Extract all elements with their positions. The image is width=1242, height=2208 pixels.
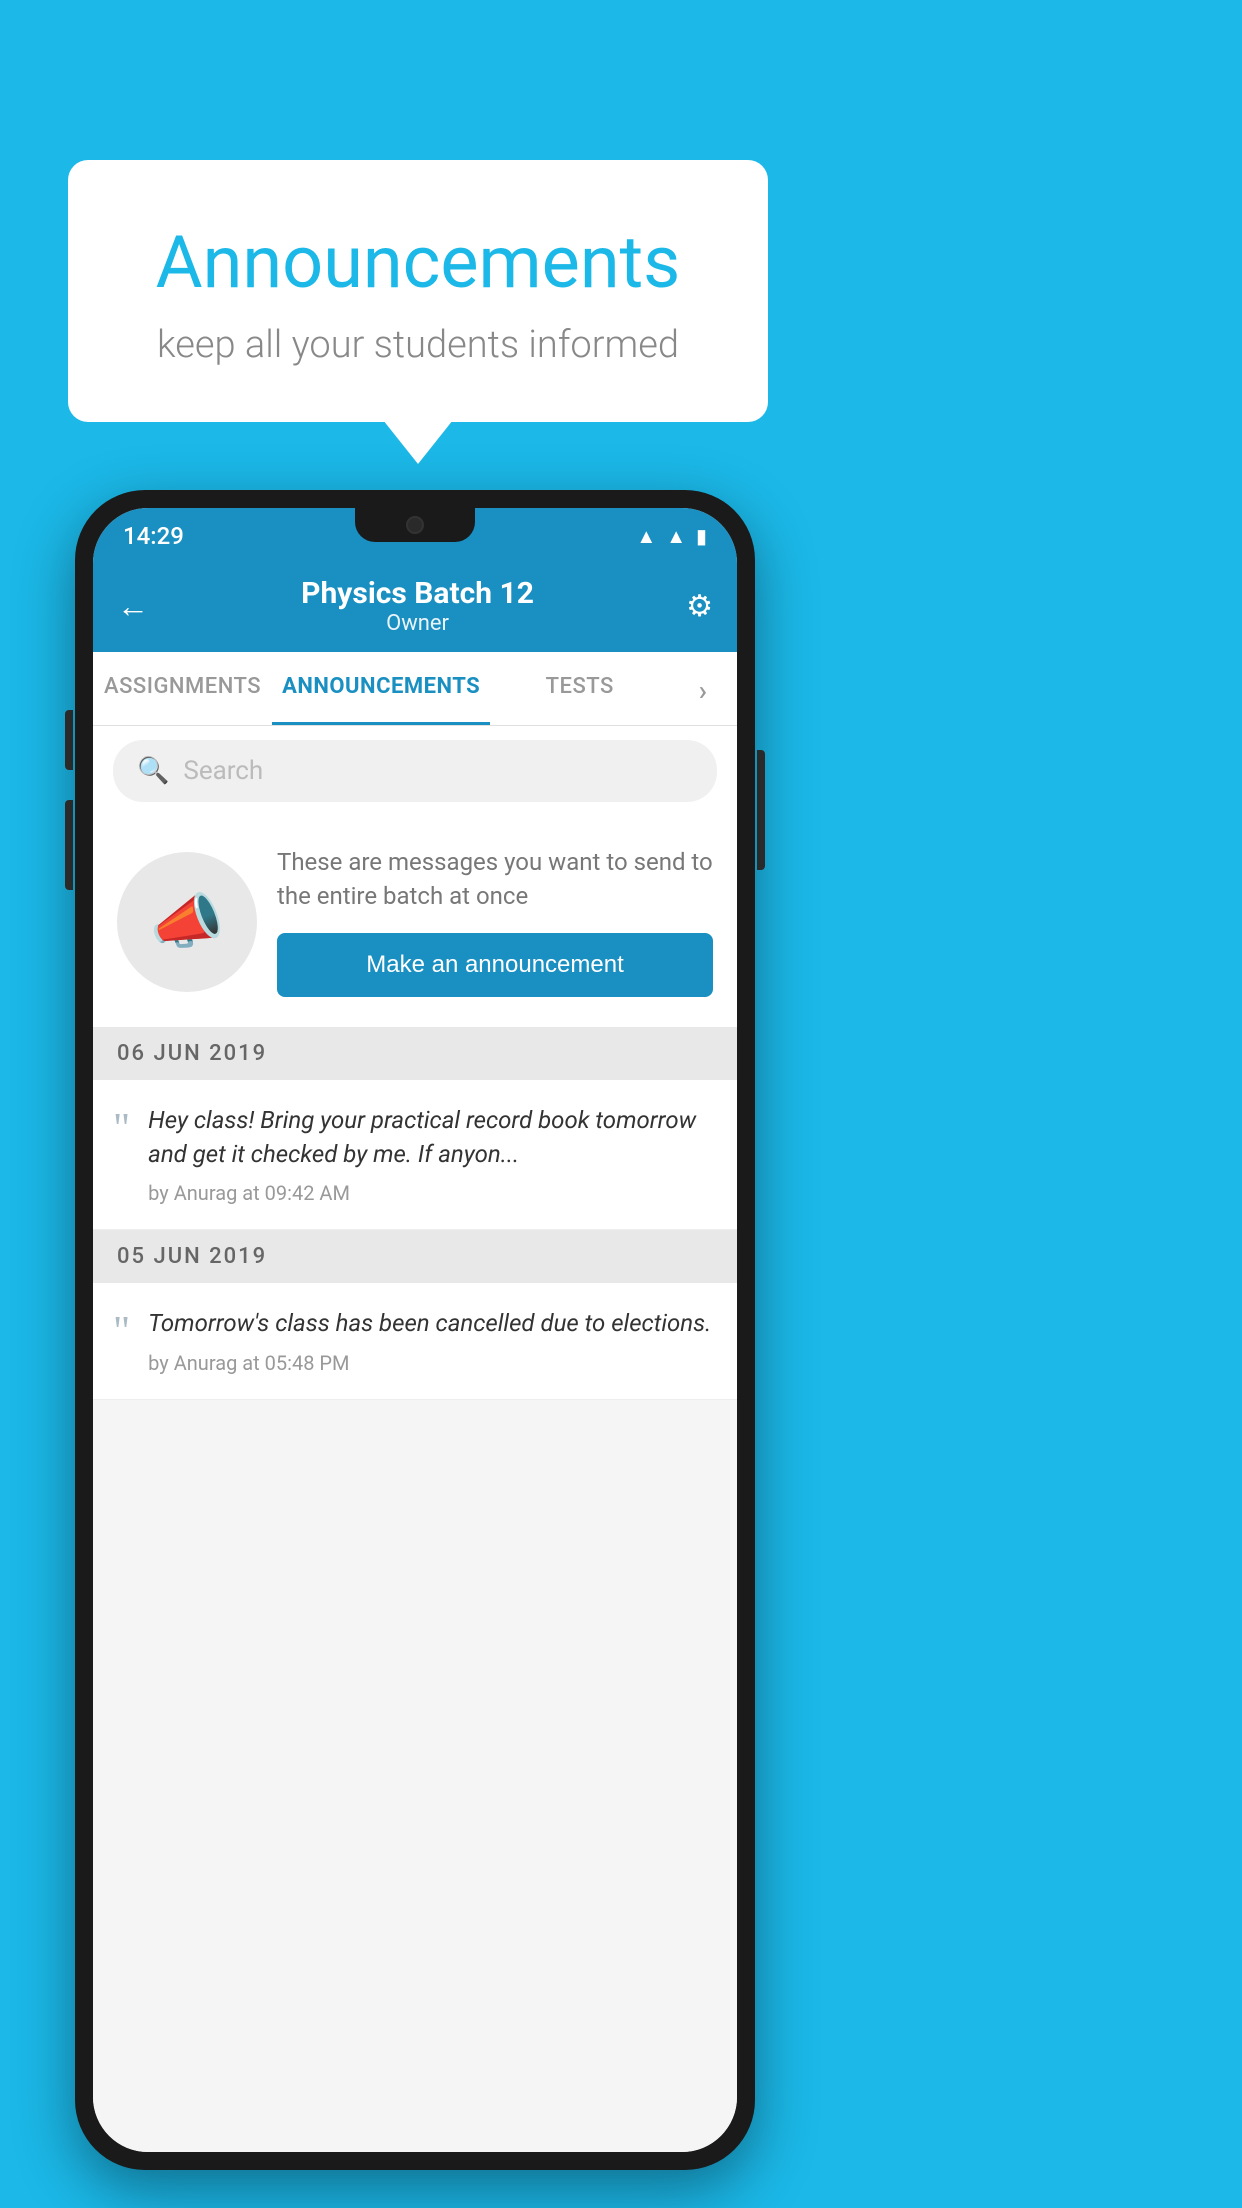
announcement-meta-1: by Anurag at 09:42 AM bbox=[148, 1181, 717, 1205]
volume-up-button[interactable] bbox=[65, 710, 73, 770]
tab-tests[interactable]: TESTS bbox=[490, 652, 669, 725]
date-separator-1: 06 JUN 2019 bbox=[93, 1027, 737, 1080]
power-button[interactable] bbox=[757, 750, 765, 870]
date-label-2: 05 JUN 2019 bbox=[117, 1244, 267, 1269]
header-title-group: Physics Batch 12 Owner bbox=[301, 576, 534, 636]
battery-icon: ▮ bbox=[696, 524, 707, 548]
back-button[interactable]: ← bbox=[117, 587, 149, 625]
front-camera bbox=[406, 516, 424, 534]
announcement-content-2: Tomorrow's class has been cancelled due … bbox=[148, 1307, 717, 1375]
search-container: 🔍 Search bbox=[93, 726, 737, 816]
announcement-text-1: Hey class! Bring your practical record b… bbox=[148, 1104, 717, 1171]
speech-bubble-container: Announcements keep all your students inf… bbox=[68, 160, 768, 422]
batch-title: Physics Batch 12 bbox=[301, 576, 534, 611]
tab-announcements[interactable]: ANNOUNCEMENTS bbox=[272, 652, 490, 725]
app-header: ← Physics Batch 12 Owner ⚙ bbox=[93, 560, 737, 652]
phone-notch bbox=[355, 508, 475, 542]
content-area: 🔍 Search 📣 These are messages you want t… bbox=[93, 726, 737, 2152]
settings-icon[interactable]: ⚙ bbox=[686, 589, 713, 624]
quote-icon-1: " bbox=[113, 1108, 130, 1150]
wifi-icon: ▲ bbox=[636, 524, 656, 549]
announcement-item-2[interactable]: " Tomorrow's class has been cancelled du… bbox=[93, 1283, 737, 1400]
status-time: 14:29 bbox=[123, 522, 184, 550]
quote-icon-2: " bbox=[113, 1311, 130, 1353]
megaphone-circle: 📣 bbox=[117, 852, 257, 992]
announcement-prompt: 📣 These are messages you want to send to… bbox=[93, 816, 737, 1027]
bubble-title: Announcements bbox=[118, 220, 718, 305]
date-label-1: 06 JUN 2019 bbox=[117, 1041, 267, 1066]
status-icons: ▲ ▲ ▮ bbox=[636, 524, 707, 549]
phone-frame: 14:29 ▲ ▲ ▮ ← Physics Batch 12 Owner ⚙ A… bbox=[75, 490, 755, 2170]
date-separator-2: 05 JUN 2019 bbox=[93, 1230, 737, 1283]
volume-down-button[interactable] bbox=[65, 800, 73, 890]
signal-icon: ▲ bbox=[666, 524, 686, 549]
search-icon: 🔍 bbox=[137, 756, 169, 786]
search-bar[interactable]: 🔍 Search bbox=[113, 740, 717, 802]
speech-bubble: Announcements keep all your students inf… bbox=[68, 160, 768, 422]
make-announcement-button[interactable]: Make an announcement bbox=[277, 933, 713, 997]
announcement-item-1[interactable]: " Hey class! Bring your practical record… bbox=[93, 1080, 737, 1230]
bubble-subtitle: keep all your students informed bbox=[118, 323, 718, 367]
announcement-text-2: Tomorrow's class has been cancelled due … bbox=[148, 1307, 717, 1341]
megaphone-icon: 📣 bbox=[150, 886, 225, 957]
search-placeholder: Search bbox=[183, 756, 263, 786]
phone-screen: 14:29 ▲ ▲ ▮ ← Physics Batch 12 Owner ⚙ A… bbox=[93, 508, 737, 2152]
tabs-bar: ASSIGNMENTS ANNOUNCEMENTS TESTS › bbox=[93, 652, 737, 726]
announcement-right: These are messages you want to send to t… bbox=[277, 846, 713, 997]
announcement-description: These are messages you want to send to t… bbox=[277, 846, 713, 913]
owner-label: Owner bbox=[301, 611, 534, 636]
tab-more[interactable]: › bbox=[669, 652, 737, 725]
announcement-meta-2: by Anurag at 05:48 PM bbox=[148, 1351, 717, 1375]
announcement-content-1: Hey class! Bring your practical record b… bbox=[148, 1104, 717, 1205]
tab-assignments[interactable]: ASSIGNMENTS bbox=[93, 652, 272, 725]
